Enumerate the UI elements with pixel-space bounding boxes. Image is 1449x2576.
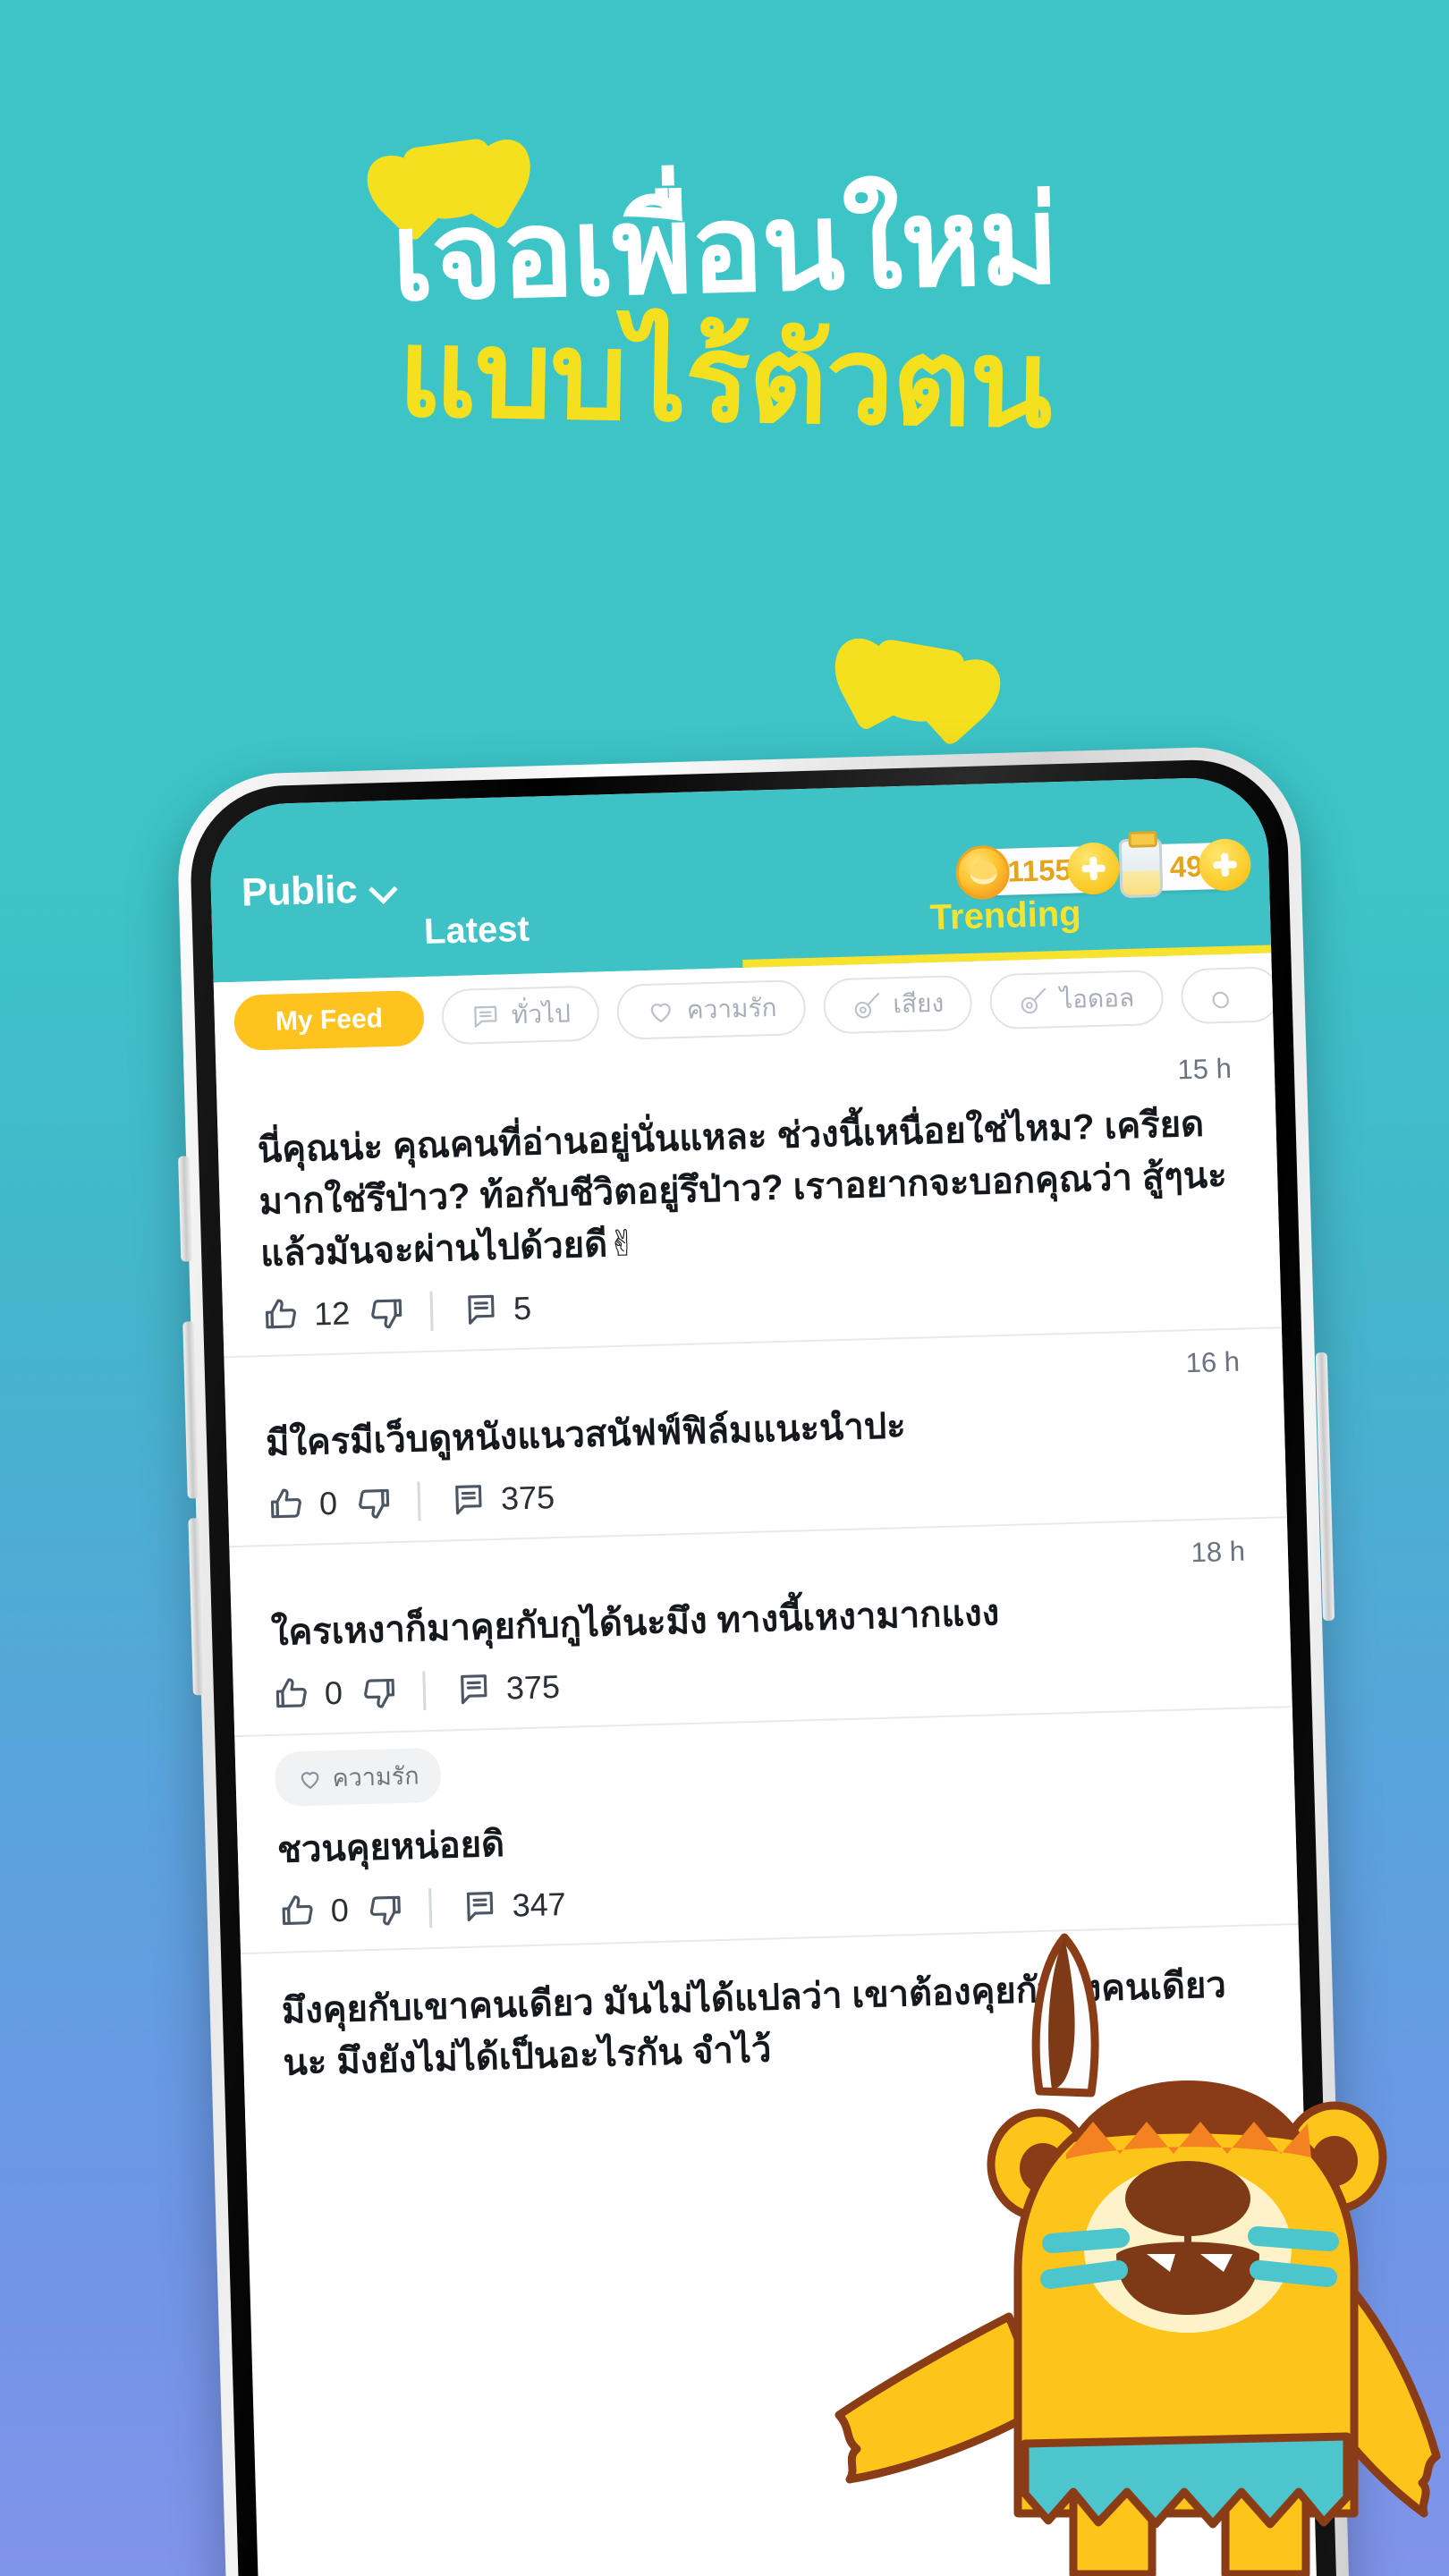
hero-headline: เจอเพื่อนใหม่ แบบไร้ตัวตน [0,172,1449,452]
guitar-icon [852,990,883,1021]
guitar-icon [1019,985,1050,1016]
action-divider [422,1671,427,1711]
chip-my-feed-label: My Feed [275,1004,384,1037]
post-item[interactable]: 15 h นี่คุณน่ะ คุณคนที่อ่านอยู่นั่นแหละ … [216,1035,1282,1359]
comment-count: 375 [505,1667,561,1707]
heart-decoration-bottom [853,608,985,732]
tab-latest-label: Latest [423,909,530,952]
comment-icon [461,1290,501,1330]
dislike-action[interactable] [364,1889,404,1929]
chip-idol[interactable]: ไอดอล [989,969,1164,1030]
thumbs-down-icon [366,1292,406,1333]
like-action[interactable]: 0 [278,1891,349,1932]
comment-count: 5 [513,1289,532,1327]
chip-general[interactable]: ทั่วไป [441,985,600,1046]
like-action[interactable]: 0 [267,1484,338,1525]
like-action[interactable]: 0 [272,1674,343,1715]
thumbs-down-icon [352,1482,393,1522]
comment-count: 375 [500,1479,555,1517]
tab-trending[interactable]: Trending [741,874,1272,968]
tab-latest[interactable]: Latest [211,889,742,982]
chat-lines-icon [470,1001,501,1032]
action-divider [429,1291,434,1331]
comment-icon [448,1479,488,1520]
chip-general-label: ทั่วไป [511,999,572,1030]
heart-outline-icon [296,1765,324,1792]
chip-voice[interactable]: เสียง [822,974,973,1035]
post-category-label: ความรัก [332,1762,420,1792]
comment-icon [453,1669,494,1709]
like-count: 12 [313,1294,351,1333]
chip-love[interactable]: ความรัก [616,979,807,1040]
hero-banner: เจอเพื่อนใหม่ แบบไร้ตัวตน [0,0,1449,733]
thumbs-down-icon [358,1672,398,1712]
chip-overflow[interactable] [1180,966,1274,1025]
comment-icon [460,1886,500,1927]
chip-voice-label: เสียง [892,988,945,1019]
headline-line-2: แบบไร้ตัวตน [396,304,1053,453]
guitar-icon [1209,979,1241,1011]
tab-trending-label: Trending [929,893,1082,937]
post-text: นี่คุณน่ะ คุณคนที่อ่านอยู่นั่นแหละ ช่วงน… [257,1104,1228,1275]
action-divider [417,1481,421,1521]
chip-love-label: ความรัก [686,993,777,1024]
heart-outline-icon [645,996,676,1027]
comment-action[interactable]: 347 [460,1885,566,1927]
bear-mascot [805,1896,1449,2576]
thumbs-up-icon [278,1892,318,1932]
dislike-action[interactable] [352,1482,393,1522]
comment-action[interactable]: 5 [461,1289,532,1330]
app-header: Public 1155 49 Latest Trending [208,775,1272,983]
thumbs-down-icon [364,1889,404,1929]
action-divider [428,1888,433,1928]
like-count: 0 [324,1674,343,1712]
dislike-action[interactable] [366,1292,406,1333]
like-action[interactable]: 12 [262,1293,351,1335]
headline-line-1: เจอเพื่อนใหม่ [389,172,1060,326]
comment-action[interactable]: 375 [448,1478,555,1520]
comment-count: 347 [512,1885,567,1924]
thumbs-up-icon [262,1295,302,1335]
thumbs-up-icon [272,1674,312,1715]
comment-action[interactable]: 375 [453,1667,561,1709]
like-count: 0 [318,1484,338,1522]
chip-my-feed[interactable]: My Feed [233,989,425,1051]
post-category-tag[interactable]: ความรัก [274,1747,442,1807]
post-item[interactable]: 16 h มีใครมีเว็บดูหนังแนวสนัฟฟ์ฟิล์มแนะน… [224,1328,1287,1548]
chip-idol-label: ไอดอล [1059,983,1135,1014]
chevron-down-icon [371,877,395,902]
like-count: 0 [330,1891,350,1929]
dislike-action[interactable] [358,1672,398,1712]
post-item[interactable]: 18 h ใครเหงาก็มาคุยกับกูได้นะมึง ทางนี้เ… [229,1518,1292,1738]
thumbs-up-icon [267,1485,307,1525]
